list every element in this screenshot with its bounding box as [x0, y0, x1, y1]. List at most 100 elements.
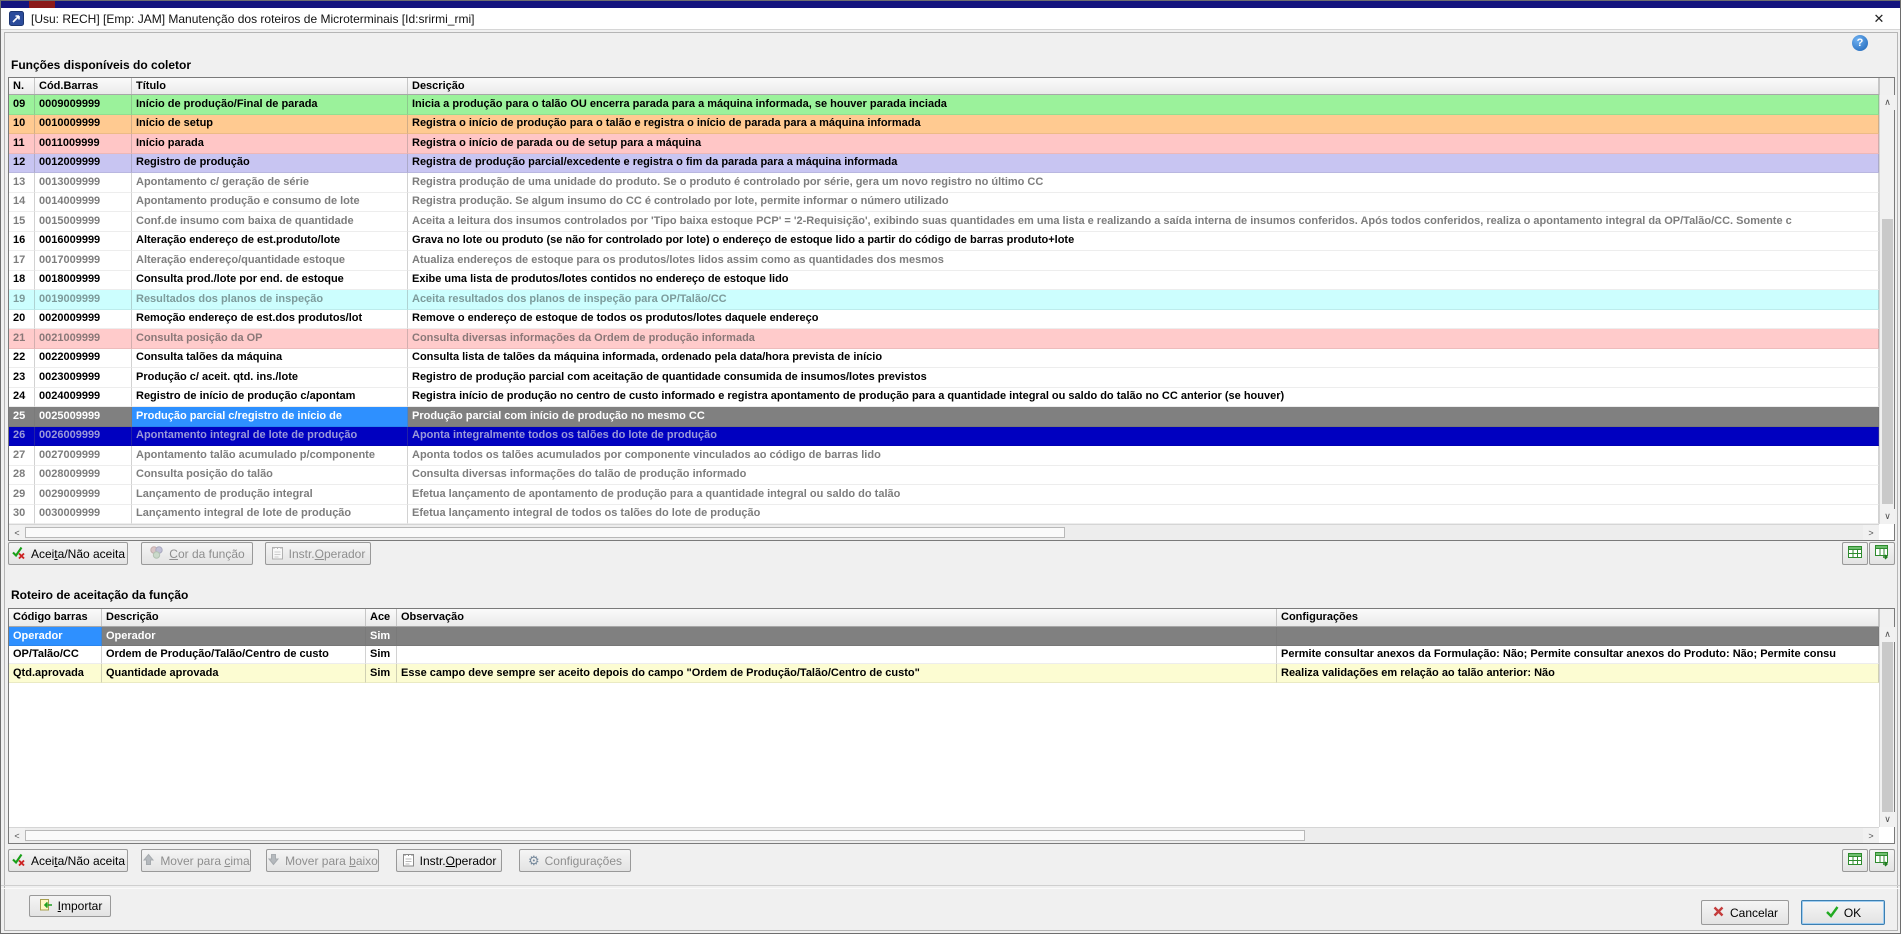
function-color-button[interactable]: Cor da função	[141, 542, 253, 565]
function-row[interactable]: 30 0030009999 Lançamento integral de lote …	[9, 504, 1879, 524]
function-row[interactable]: 21 0021009999 Consulta posição da OP Consul…	[9, 329, 1879, 349]
cell: 0029009999	[35, 485, 132, 505]
route-accept-button[interactable]: Aceita/Não aceita	[8, 849, 128, 872]
cell: Permite consultar anexos da Formulação: …	[1277, 645, 1879, 664]
column-header[interactable]: Cód.Barras	[35, 78, 132, 94]
function-row[interactable]: 28 0028009999 Consulta posição do talão Con…	[9, 465, 1879, 485]
function-row[interactable]: 17 0017009999 Alteração endereço/quantidad…	[9, 251, 1879, 271]
functions-grid: N. Cód.Barras Título Descrição 09 0009009999…	[8, 77, 1895, 541]
import-button[interactable]: Importar	[29, 895, 111, 917]
cell: Sim	[366, 645, 397, 664]
configurations-label: Configurações	[544, 853, 623, 868]
export-grid-button[interactable]	[1842, 542, 1868, 565]
operator-instructions-button[interactable]: Instr.Operador	[265, 542, 371, 565]
function-color-label: Cor da função	[169, 546, 245, 561]
cancel-button[interactable]: Cancelar	[1701, 900, 1789, 925]
cell: Operador	[102, 627, 366, 646]
column-header[interactable]: Observação	[397, 609, 1277, 626]
functions-vertical-scrollbar[interactable]: ∧ ∨	[1879, 95, 1895, 524]
function-row[interactable]: 13 0013009999 Apontamento c/ geração de sé…	[9, 173, 1879, 193]
column-header[interactable]: Configurações	[1277, 609, 1879, 626]
scrollbar-corner	[1879, 609, 1894, 627]
function-row[interactable]: 19 0019009999 Resultados dos planos de ins…	[9, 290, 1879, 310]
accept-function-button[interactable]: Aceita/Não aceita	[8, 542, 128, 565]
function-row[interactable]: 25 0025009999 Produção parcial c/registro …	[9, 407, 1879, 427]
cell: 0013009999	[35, 173, 132, 193]
top-edge-accent	[29, 1, 55, 8]
cell: 0026009999	[35, 426, 132, 446]
export-grid-alt-button[interactable]	[1869, 849, 1895, 872]
close-icon[interactable]: ✕	[1864, 8, 1894, 29]
cell: Efetua lançamento de apontamento de prod…	[408, 485, 1879, 505]
column-header[interactable]: Descrição	[102, 609, 366, 626]
function-row[interactable]: 09 0009009999 Início de produção/Final de …	[9, 95, 1879, 115]
cell: Lançamento integral de lote de produção	[132, 504, 408, 524]
route-row[interactable]: Qtd.aprovada Quantidade aprovada Sim Esse c…	[9, 664, 1879, 683]
scroll-right-icon[interactable]: >	[1863, 525, 1879, 540]
function-row[interactable]: 15 0015009999 Conf.de insumo com baixa de …	[9, 212, 1879, 232]
cell: 0011009999	[35, 134, 132, 154]
cell: 19	[9, 290, 35, 310]
column-header[interactable]: N.	[9, 78, 35, 94]
cell: Sim	[366, 664, 397, 683]
configurations-button[interactable]: ⚙ Configurações	[519, 849, 631, 872]
scroll-up-icon[interactable]: ∧	[1880, 95, 1895, 110]
scroll-left-icon[interactable]: <	[9, 828, 25, 843]
move-down-button[interactable]: Mover para baixo	[266, 849, 379, 872]
column-header[interactable]: Ace	[366, 609, 397, 626]
functions-horizontal-scrollbar[interactable]: < >	[9, 524, 1879, 540]
cell: Resultados dos planos de inspeção	[132, 290, 408, 310]
column-header[interactable]: Código barras	[9, 609, 102, 626]
cell: 0023009999	[35, 368, 132, 388]
cell: Operador	[9, 627, 102, 646]
scroll-right-icon[interactable]: >	[1863, 828, 1879, 843]
cell: Aceita resultados dos planos de inspeção…	[408, 290, 1879, 310]
route-vertical-scrollbar[interactable]: ∧ ∨	[1879, 627, 1895, 827]
app-window: [Usu: RECH] [Emp: JAM] Manutenção dos ro…	[0, 0, 1901, 934]
function-row[interactable]: 23 0023009999 Produção c/ aceit. qtd. ins.…	[9, 368, 1879, 388]
function-row[interactable]: 20 0020009999 Remoção endereço de est.dos …	[9, 309, 1879, 329]
export-grid-alt-button[interactable]	[1869, 542, 1895, 565]
scroll-left-icon[interactable]: <	[9, 525, 25, 540]
cell: Registro de produção	[132, 153, 408, 173]
scroll-down-icon[interactable]: ∨	[1880, 509, 1895, 524]
route-row[interactable]: Operador Operador Sim	[9, 627, 1879, 646]
route-operator-instructions-button[interactable]: Instr.Operador	[396, 849, 502, 872]
cell: Consulta posição do talão	[132, 465, 408, 485]
move-up-button[interactable]: Mover para cima	[141, 849, 251, 872]
column-header[interactable]: Título	[132, 78, 408, 94]
route-horizontal-scrollbar[interactable]: < >	[9, 827, 1879, 843]
route-row[interactable]: OP/Talão/CC Ordem de Produção/Talão/Centr…	[9, 645, 1879, 664]
ok-label: OK	[1843, 905, 1862, 920]
help-icon[interactable]: ?	[1852, 35, 1868, 51]
function-row[interactable]: 26 0026009999 Apontamento integral de lote…	[9, 426, 1879, 446]
vertical-scrollbar-thumb[interactable]	[1882, 219, 1893, 504]
vertical-scrollbar-thumb[interactable]	[1882, 642, 1893, 812]
function-row[interactable]: 27 0027009999 Apontamento talão acumulado …	[9, 446, 1879, 466]
function-row[interactable]: 14 0014009999 Apontamento produção e consu…	[9, 192, 1879, 212]
column-header[interactable]: Descrição	[408, 78, 1879, 94]
function-row[interactable]: 10 0010009999 Início de setup Registra o in…	[9, 114, 1879, 134]
function-row[interactable]: 16 0016009999 Alteração endereço de est.pr…	[9, 231, 1879, 251]
function-row[interactable]: 11 0011009999 Início parada Registra o iníc…	[9, 134, 1879, 154]
scroll-down-icon[interactable]: ∨	[1880, 812, 1895, 827]
function-row[interactable]: 29 0029009999 Lançamento de produção integ…	[9, 485, 1879, 505]
function-row[interactable]: 12 0012009999 Registro de produção Registra…	[9, 153, 1879, 173]
cell: Aceita a leitura dos insumos controlados…	[408, 212, 1879, 232]
ok-button[interactable]: OK	[1801, 900, 1885, 925]
function-row[interactable]: 18 0018009999 Consulta prod./lote por end.…	[9, 270, 1879, 290]
function-row[interactable]: 22 0022009999 Consulta talões da máquina Co…	[9, 348, 1879, 368]
horizontal-scrollbar-thumb[interactable]	[25, 527, 1065, 538]
function-row[interactable]: 24 0024009999 Registro de início de produç…	[9, 387, 1879, 407]
cell: Realiza validações em relação ao talão a…	[1277, 664, 1879, 683]
horizontal-scrollbar-thumb[interactable]	[25, 830, 1305, 841]
cell: Quantidade aprovada	[102, 664, 366, 683]
route-accept-label: Aceita/Não aceita	[30, 853, 126, 868]
export-grid-button[interactable]	[1842, 849, 1868, 872]
cell: 0016009999	[35, 231, 132, 251]
cell: Produção parcial c/registro de início de	[132, 407, 408, 427]
check-x-icon	[11, 545, 26, 563]
scroll-up-icon[interactable]: ∧	[1880, 627, 1895, 642]
cell: Início parada	[132, 134, 408, 154]
route-section-label: Roteiro de aceitação da função	[11, 588, 189, 602]
